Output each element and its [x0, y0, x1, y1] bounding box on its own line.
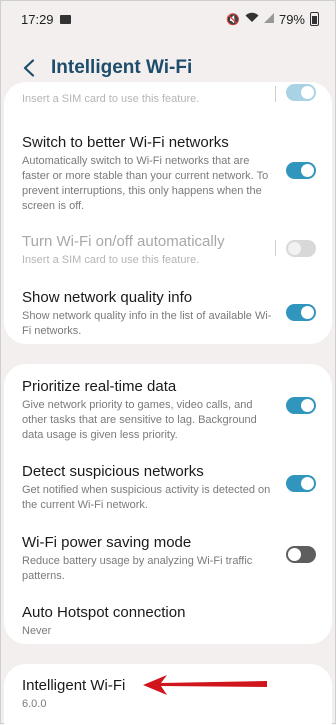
wifi-icon: [245, 12, 259, 26]
toggle-knob: [301, 86, 314, 99]
toggle-switch[interactable]: [286, 304, 316, 321]
toggle-knob: [288, 548, 301, 561]
toggle-switch[interactable]: [286, 162, 316, 179]
row-desc: Reduce battery usage by analyzing Wi-Fi …: [22, 555, 253, 582]
row-power-saving[interactable]: Wi-Fi power saving mode Reduce battery u…: [4, 533, 332, 584]
status-time: 17:29: [21, 11, 54, 27]
toggle-switch: [286, 240, 316, 257]
toggle-knob: [288, 242, 301, 255]
row-network-quality[interactable]: Show network quality info Show network q…: [4, 288, 332, 339]
status-bar: 17:29 🔇 79%: [1, 1, 335, 37]
toggle-knob: [301, 164, 314, 177]
row-switch-better-wifi[interactable]: Switch to better Wi-Fi networks Automati…: [4, 133, 332, 214]
row-desc: Show network quality info in the list of…: [22, 310, 272, 337]
mute-icon: 🔇: [226, 13, 240, 26]
row-title: Turn Wi-Fi on/off automatically: [22, 233, 225, 250]
battery-percent: 79%: [278, 11, 305, 27]
gallery-icon: [59, 14, 71, 24]
toggle-knob: [301, 399, 314, 412]
toggle-knob: [301, 306, 314, 319]
toggle-switch[interactable]: [286, 397, 316, 414]
status-right: 🔇 79%: [226, 12, 319, 27]
row-auto-hotspot[interactable]: Auto Hotspot connection Never: [4, 603, 332, 639]
row-prioritize-realtime[interactable]: Prioritize real-time data Give network p…: [4, 377, 332, 443]
row-desc: Never: [22, 625, 52, 637]
annotation-arrow-icon: [143, 675, 267, 695]
row-desc: Give network priority to games, video ca…: [22, 399, 257, 441]
settings-card-2: Prioritize real-time data Give network p…: [4, 364, 332, 644]
divider: [275, 240, 276, 256]
status-left: 17:29: [21, 12, 71, 27]
row-desc: Insert a SIM card to use this feature.: [22, 254, 200, 266]
row-turn-wifi-auto: Turn Wi-Fi on/off automatically Insert a…: [4, 232, 332, 268]
partial-row-top: Insert a SIM card to use this feature.: [4, 82, 332, 106]
divider: [275, 86, 276, 102]
toggle-switch[interactable]: [286, 475, 316, 492]
page-title: Intelligent Wi-Fi: [51, 57, 193, 78]
toggle-switch[interactable]: [286, 84, 316, 101]
battery-icon: [310, 12, 319, 26]
row-title: Detect suspicious networks: [22, 463, 204, 480]
toggle-switch[interactable]: [286, 546, 316, 563]
row-title: Switch to better Wi-Fi networks: [22, 134, 229, 151]
row-desc: Insert a SIM card to use this feature.: [22, 93, 200, 105]
toggle-knob: [301, 477, 314, 490]
settings-card-1: Insert a SIM card to use this feature. S…: [4, 82, 332, 344]
version-text: 6.0.0: [22, 698, 47, 710]
row-desc: Automatically switch to Wi-Fi networks t…: [22, 155, 269, 212]
signal-icon: [263, 12, 274, 26]
row-title: Wi-Fi power saving mode: [22, 534, 192, 551]
row-title: Show network quality info: [22, 289, 193, 306]
row-desc: Get notified when suspicious activity is…: [22, 484, 271, 511]
row-detect-suspicious[interactable]: Detect suspicious networks Get notified …: [4, 462, 332, 513]
row-title: Auto Hotspot connection: [22, 604, 186, 621]
row-title: Prioritize real-time data: [22, 378, 177, 395]
